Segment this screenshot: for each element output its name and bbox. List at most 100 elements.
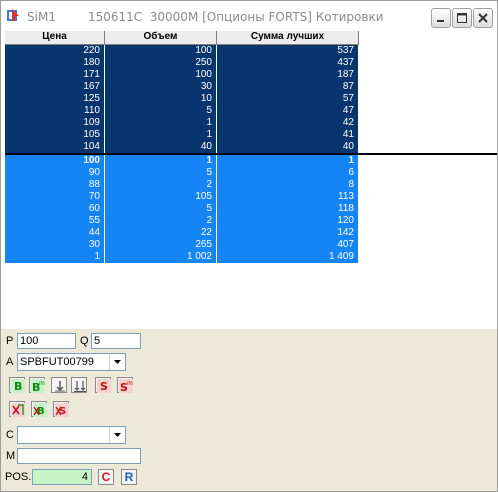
order-panel: P 100 Q 5 A SPBFUT00799 B Bm S Sm B S C …: [1, 329, 497, 491]
bid-sum: 120: [217, 215, 359, 227]
bid-row[interactable]: 30 265 407: [5, 239, 359, 251]
ask-price: 125: [5, 93, 105, 105]
title-bar[interactable]: SiM1 150611C 30000M [Опционы FORTS] Котир…: [1, 1, 497, 31]
ask-sum: 187: [217, 69, 359, 81]
bid-sum: 1: [217, 155, 359, 167]
ask-sum: 537: [217, 45, 359, 57]
bid-volume: 2: [105, 215, 217, 227]
ask-sum: 57: [217, 93, 359, 105]
sell-button[interactable]: S: [95, 377, 111, 393]
bid-row[interactable]: 55 2 120: [5, 215, 359, 227]
bid-volume: 2: [105, 179, 217, 191]
ask-volume: 5: [105, 105, 217, 117]
position-close-button[interactable]: C: [98, 469, 114, 485]
ask-row[interactable]: 180 250 437: [5, 57, 359, 69]
cancel-buy-button[interactable]: B: [31, 401, 47, 417]
position-refresh-button[interactable]: R: [121, 469, 137, 485]
bid-row[interactable]: 70 105 113: [5, 191, 359, 203]
bid-price: 30: [5, 239, 105, 251]
ask-sum: 47: [217, 105, 359, 117]
bid-volume: 5: [105, 167, 217, 179]
ask-price: 104: [5, 141, 105, 153]
close-icon: [478, 13, 488, 23]
maximize-icon: [457, 13, 467, 23]
svg-text:m: m: [127, 380, 133, 387]
cancel-sell-button[interactable]: S: [53, 401, 69, 417]
bid-volume: 265: [105, 239, 217, 251]
buy-button[interactable]: B: [9, 377, 25, 393]
quotes-window: SiM1 150611C 30000M [Опционы FORTS] Котир…: [0, 0, 498, 492]
ask-price: 171: [5, 69, 105, 81]
bid-price: 90: [5, 167, 105, 179]
ask-price: 180: [5, 57, 105, 69]
ask-volume: 250: [105, 57, 217, 69]
ask-row[interactable]: 167 30 87: [5, 81, 359, 93]
ask-row[interactable]: 109 1 42: [5, 117, 359, 129]
bid-price: 60: [5, 203, 105, 215]
buy-stop-button[interactable]: [51, 377, 67, 393]
sell-market-button[interactable]: Sm: [117, 377, 133, 393]
bid-sum: 113: [217, 191, 359, 203]
buy-market-button[interactable]: Bm: [29, 377, 45, 393]
column-header-volume[interactable]: Объем: [105, 31, 217, 45]
comment-label: M: [6, 450, 16, 462]
ask-volume: 30: [105, 81, 217, 93]
ask-row[interactable]: 105 1 41: [5, 129, 359, 141]
ask-price: 109: [5, 117, 105, 129]
chevron-down-icon[interactable]: [109, 427, 125, 443]
price-input[interactable]: 100: [17, 333, 76, 349]
ask-price: 220: [5, 45, 105, 57]
position-value: 4: [32, 469, 92, 485]
quotes-table[interactable]: Цена Объем Сумма лучших 220 100 537 180 250…: [5, 31, 497, 329]
bid-sum: 8: [217, 179, 359, 191]
window-title: SiM1 150611C 30000M [Опционы FORTS] Котир…: [27, 10, 384, 24]
ask-volume: 100: [105, 69, 217, 81]
quantity-input[interactable]: 5: [91, 333, 141, 349]
column-header-sum-best[interactable]: Сумма лучших: [217, 31, 359, 45]
column-header-price[interactable]: Цена: [5, 31, 105, 45]
bid-sum: 407: [217, 239, 359, 251]
close-button[interactable]: [473, 8, 493, 28]
ask-row[interactable]: 104 40 40: [5, 141, 359, 153]
ask-row[interactable]: 110 5 47: [5, 105, 359, 117]
bid-row[interactable]: 100 1 1: [5, 155, 359, 167]
svg-text:S: S: [100, 380, 108, 393]
ask-volume: 1: [105, 129, 217, 141]
app-icon: [6, 8, 20, 22]
ask-sum: 437: [217, 57, 359, 69]
svg-text:m: m: [39, 380, 45, 387]
sell-icon: S: [97, 379, 111, 393]
bid-price: 88: [5, 179, 105, 191]
bid-price: 1: [5, 251, 105, 263]
cancel-all-button[interactable]: [9, 401, 25, 417]
client-select[interactable]: [17, 426, 126, 444]
ask-sum: 40: [217, 141, 359, 153]
ask-row[interactable]: 171 100 187: [5, 69, 359, 81]
bid-price: 70: [5, 191, 105, 203]
comment-input[interactable]: [17, 448, 141, 464]
ask-row[interactable]: 220 100 537: [5, 45, 359, 57]
bid-row[interactable]: 90 5 6: [5, 167, 359, 179]
bid-row[interactable]: 44 22 142: [5, 227, 359, 239]
buy-market-icon: Bm: [31, 379, 45, 393]
ask-price: 167: [5, 81, 105, 93]
buy-icon: B: [11, 379, 25, 393]
cancel-buy-icon: B: [33, 403, 47, 417]
minimize-icon: [437, 20, 444, 22]
chevron-down-icon[interactable]: [109, 354, 125, 370]
buy-stop-multi-icon: [74, 381, 86, 392]
cancel-sell-icon: S: [55, 403, 69, 417]
ask-row[interactable]: 125 10 57: [5, 93, 359, 105]
minimize-button[interactable]: [431, 8, 451, 28]
account-select[interactable]: SPBFUT00799: [17, 353, 126, 371]
ask-volume: 40: [105, 141, 217, 153]
price-label: P: [6, 335, 14, 347]
buy-stop-multi-button[interactable]: [71, 377, 87, 393]
maximize-button[interactable]: [452, 8, 472, 28]
bid-row[interactable]: 60 5 118: [5, 203, 359, 215]
bid-row[interactable]: 11 002 1 409: [5, 251, 359, 263]
bid-row[interactable]: 88 2 8: [5, 179, 359, 191]
bid-price: 100: [5, 155, 105, 167]
bid-volume: 1: [105, 155, 217, 167]
account-label: A: [6, 356, 14, 368]
